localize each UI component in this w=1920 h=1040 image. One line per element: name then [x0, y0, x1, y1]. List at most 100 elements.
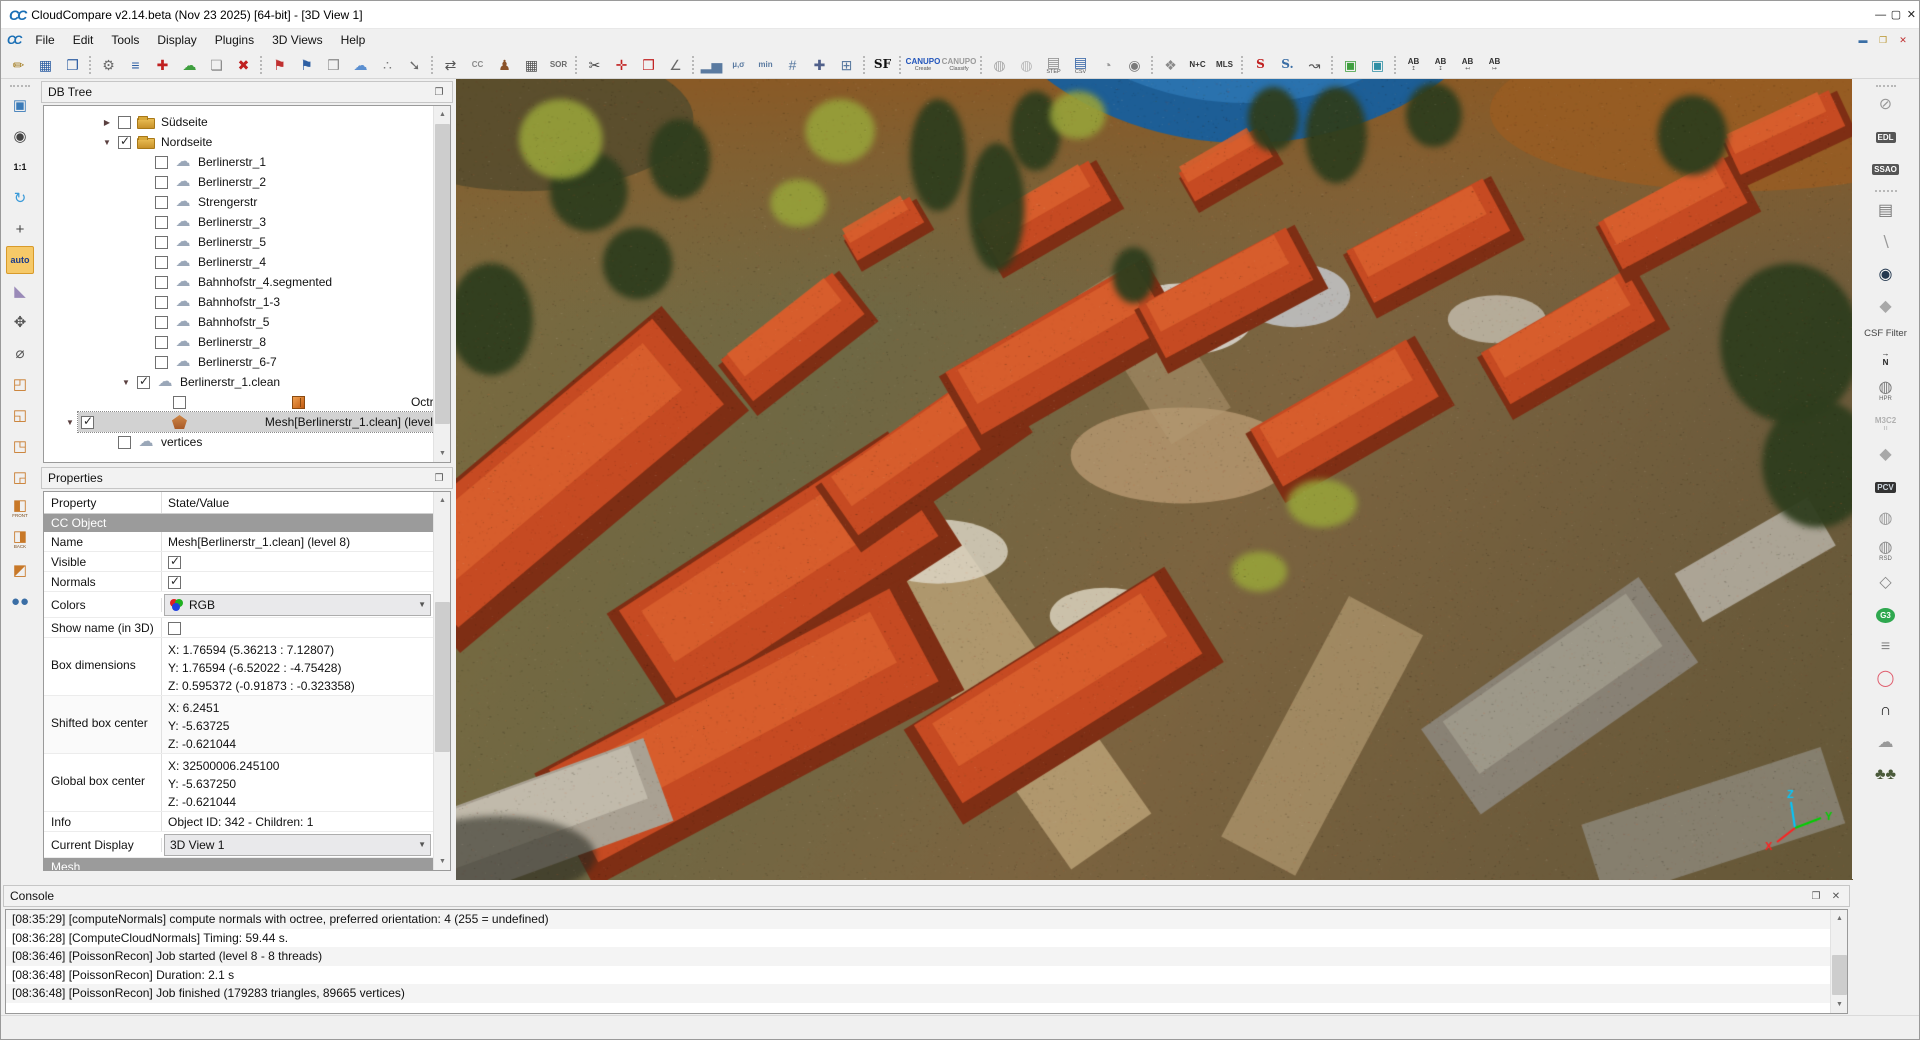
open-icon[interactable]: ✏	[6, 53, 31, 77]
cloud-cloud-distance-icon[interactable]: CC	[465, 53, 490, 77]
canupo-create-icon[interactable]: CANUPO Create	[906, 53, 940, 77]
zoom-1-1-icon[interactable]: 1:1	[6, 153, 34, 181]
rsd-icon[interactable]: ◍ RSD	[1871, 537, 1901, 565]
layers-icon[interactable]: ≡	[1871, 633, 1901, 661]
curve-fit-icon[interactable]: ↝	[1302, 53, 1327, 77]
spline-dots-icon[interactable]: S.	[1275, 53, 1300, 77]
tree-row[interactable]: Berlinerstr_2	[44, 172, 450, 192]
align-ab-right-icon[interactable]: AB ↦	[1482, 53, 1507, 77]
pcv-icon[interactable]: PCV	[1871, 473, 1901, 501]
view-front-icon[interactable]: ◧ FRONT	[6, 494, 34, 522]
sf-gradient-icon[interactable]: ⊞	[834, 53, 859, 77]
clone-icon[interactable]: ❒	[321, 53, 346, 77]
tree-checkbox[interactable]	[155, 196, 168, 209]
align-ab-left-icon[interactable]: AB ↤	[1455, 53, 1480, 77]
subsample-icon[interactable]: ☁	[348, 53, 373, 77]
sor-filter-icon[interactable]: SOR	[546, 53, 571, 77]
undock-icon[interactable]: ❐	[432, 87, 446, 98]
toolbar-grip[interactable]	[1876, 85, 1896, 87]
export-entity-icon[interactable]: ❏	[204, 53, 229, 77]
dodecahedron-icon[interactable]: ◍	[1871, 505, 1901, 533]
scroll-down-icon[interactable]: ▼	[434, 853, 451, 870]
property-row-name[interactable]: NameMesh[Berlinerstr_1.clean] (level 8)	[44, 532, 433, 552]
pan-icon[interactable]: ✥	[6, 308, 34, 336]
checker-icon[interactable]: ▦	[519, 53, 544, 77]
window-close-button[interactable]: ✕	[1904, 1, 1919, 28]
scrollbar-thumb[interactable]	[1832, 955, 1847, 995]
tree-checkbox[interactable]	[155, 316, 168, 329]
expander-icon[interactable]: ▼	[99, 138, 115, 147]
tree-checkbox[interactable]	[118, 436, 131, 449]
menu-help[interactable]: Help	[332, 31, 375, 49]
menu-tools[interactable]: Tools	[102, 31, 148, 49]
tree-row[interactable]: Berlinerstr_3	[44, 212, 450, 232]
expander-icon[interactable]: ▶	[99, 118, 115, 127]
noise-filter-icon[interactable]: ∴	[375, 53, 400, 77]
plugin-icon-1[interactable]: ▣	[1338, 53, 1363, 77]
normals-curvature-icon[interactable]: N+C	[1185, 53, 1210, 77]
clipping-box-icon[interactable]: ❒	[636, 53, 661, 77]
console-scrollbar[interactable]: ▲ ▼	[1830, 910, 1847, 1013]
magnifier-icon[interactable]: ⌀	[6, 339, 34, 367]
db-tree-scrollbar[interactable]: ▲ ▼	[433, 106, 450, 462]
add-sf-icon[interactable]: ✚	[807, 53, 832, 77]
center-view-icon[interactable]: +	[6, 215, 34, 243]
normals-checkbox[interactable]	[168, 576, 181, 589]
tree-checkbox[interactable]	[155, 296, 168, 309]
current-display-dropdown[interactable]: 3D View 1 ▼	[164, 834, 431, 856]
resample-icon[interactable]: ➘	[402, 53, 427, 77]
circle-fit-icon[interactable]: ◯	[1871, 665, 1901, 693]
tree-row[interactable]: Berlinerstr_5	[44, 232, 450, 252]
pivot-icon[interactable]: ◣	[6, 277, 34, 305]
magnet-icon[interactable]: ∩	[1871, 697, 1901, 725]
csf-filter-label[interactable]: CSF Filter	[1854, 325, 1918, 341]
tree-checkbox[interactable]	[155, 156, 168, 169]
scroll-down-icon[interactable]: ▼	[434, 445, 451, 462]
tree-checkbox[interactable]	[137, 376, 150, 389]
menu-edit[interactable]: Edit	[64, 31, 103, 49]
hpr-icon[interactable]: ◍ HPR	[1871, 377, 1901, 405]
menu-file[interactable]: File	[26, 31, 63, 49]
cube-icon[interactable]: ◇	[1871, 569, 1901, 597]
edl-filter-icon[interactable]: EDL	[1871, 123, 1901, 151]
tree-row[interactable]: Berlinerstr_1	[44, 152, 450, 172]
facets-icon[interactable]: ◍	[987, 53, 1012, 77]
visible-checkbox[interactable]	[168, 556, 181, 569]
tree-row[interactable]: vertices	[44, 432, 450, 452]
view-bottom-icon[interactable]: ◱	[6, 401, 34, 429]
g3-icon[interactable]: G3	[1871, 601, 1901, 629]
scroll-down-icon[interactable]: ▼	[1831, 996, 1848, 1013]
menu-3d-views[interactable]: 3D Views	[263, 31, 331, 49]
tree-checkbox[interactable]	[155, 216, 168, 229]
mls-smoothing-icon[interactable]: MLS	[1212, 53, 1237, 77]
cross-section-icon[interactable]: ✛	[609, 53, 634, 77]
csv-export-icon[interactable]: ▤ CSV	[1068, 53, 1093, 77]
tree-row[interactable]: ▼Nordseite	[44, 132, 450, 152]
property-row-normals[interactable]: Normals	[44, 572, 433, 592]
properties-list-icon[interactable]: ≡	[123, 53, 148, 77]
m3c2-icon[interactable]: M3C2 ∷	[1871, 409, 1901, 437]
tree-checkbox[interactable]	[173, 396, 186, 409]
tree-row[interactable]: Berlinerstr_4	[44, 252, 450, 272]
mdi-restore-icon[interactable]: ❐	[1873, 31, 1893, 49]
window-minimize-button[interactable]: —	[1873, 1, 1888, 28]
plugin-icon-2[interactable]: ▣	[1365, 53, 1390, 77]
tree-row[interactable]: Bahnhofstr_4.segmented	[44, 272, 450, 292]
segment-scissors-icon[interactable]: ✂	[582, 53, 607, 77]
tree-row[interactable]: Strengerstr	[44, 192, 450, 212]
view-left-icon[interactable]: ◳	[6, 432, 34, 460]
cloud-measure-icon[interactable]: ☁	[1871, 729, 1901, 757]
point-list-picking-icon[interactable]: ⚑	[294, 53, 319, 77]
menu-plugins[interactable]: Plugins	[206, 31, 263, 49]
tree-checkbox[interactable]	[155, 276, 168, 289]
shield-2-icon[interactable]: ◆	[1871, 441, 1901, 469]
menu-display[interactable]: Display	[148, 31, 205, 49]
step-export-icon[interactable]: ▤ STEP	[1041, 53, 1066, 77]
gaussian-filter-icon[interactable]: µ,σ	[726, 53, 751, 77]
apply-transformation-icon[interactable]: ⚙	[96, 53, 121, 77]
mdi-close-icon[interactable]: ✕	[1893, 31, 1913, 49]
tree-checkbox[interactable]	[155, 356, 168, 369]
tree-row[interactable]: Bahnhofstr_1-3	[44, 292, 450, 312]
tree-checkbox[interactable]	[118, 136, 131, 149]
view-iso-icon[interactable]: ◩	[6, 556, 34, 584]
